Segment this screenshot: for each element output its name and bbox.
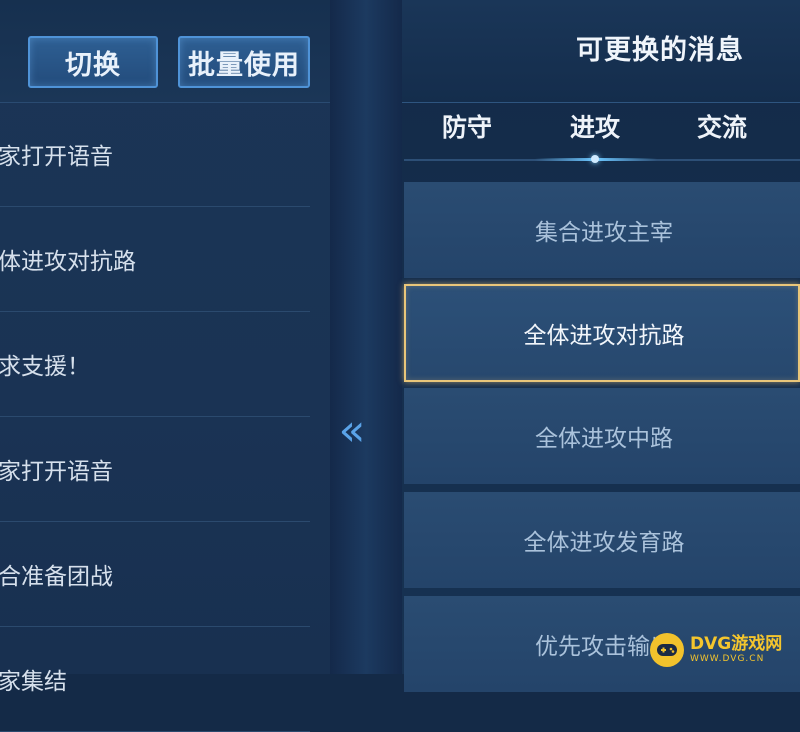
current-message-label: 请求支援！ — [0, 354, 90, 380]
gamepad-logo-icon — [650, 633, 684, 667]
current-message-item[interactable]: 大家集结 — [0, 627, 310, 732]
panel-title: 可更换的消息 — [576, 35, 744, 66]
switch-button[interactable]: 切换 — [28, 36, 158, 88]
message-option-label: 全体进攻发育路 — [523, 530, 685, 556]
current-message-item[interactable]: 集合准备团战 — [0, 522, 310, 627]
watermark-title: DVG游戏网 — [690, 634, 783, 654]
tab-defense[interactable]: 防守 — [427, 108, 507, 148]
message-option-label: 全体进攻对抗路 — [523, 323, 685, 349]
current-message-label: 集合准备团战 — [0, 564, 113, 590]
current-message-item[interactable]: 大家打开语音 — [0, 102, 310, 207]
tab-exchange[interactable]: 交流 — [682, 108, 762, 148]
batch-use-button[interactable]: 批量使用 — [178, 36, 310, 88]
current-message-label: 大家打开语音 — [0, 459, 113, 485]
watermark-url: WWW.DVG.CN — [690, 654, 765, 664]
message-option-label: 集合进攻主宰 — [535, 220, 673, 246]
current-message-label: 全体进攻对抗路 — [0, 249, 136, 275]
current-message-label: 大家打开语音 — [0, 144, 113, 170]
replace-arrow-icon[interactable]: « — [332, 402, 372, 460]
panel-divider — [330, 0, 402, 674]
active-tab-indicator — [535, 155, 657, 164]
message-option[interactable]: 集合进攻主宰 — [404, 182, 800, 278]
tab-attack[interactable]: 进攻 — [555, 108, 635, 148]
current-message-list: 大家打开语音 全体进攻对抗路 请求支援！ 大家打开语音 集合准备团战 大家集结 — [0, 102, 310, 732]
current-message-item[interactable]: 大家打开语音 — [0, 417, 310, 522]
current-message-item[interactable]: 请求支援！ — [0, 312, 310, 417]
replaceable-message-list: 集合进攻主宰 全体进攻对抗路 全体进攻中路 全体进攻发育路 优先攻击输出 — [404, 182, 800, 700]
message-option[interactable]: 全体进攻中路 — [404, 388, 800, 484]
message-option[interactable]: 全体进攻发育路 — [404, 492, 800, 588]
message-option-selected[interactable]: 全体进攻对抗路 — [404, 284, 800, 382]
site-watermark: DVG游戏网 WWW.DVG.CN — [650, 628, 800, 672]
message-option-label: 全体进攻中路 — [535, 426, 673, 452]
current-message-item[interactable]: 全体进攻对抗路 — [0, 207, 310, 312]
current-message-label: 大家集结 — [0, 669, 67, 695]
